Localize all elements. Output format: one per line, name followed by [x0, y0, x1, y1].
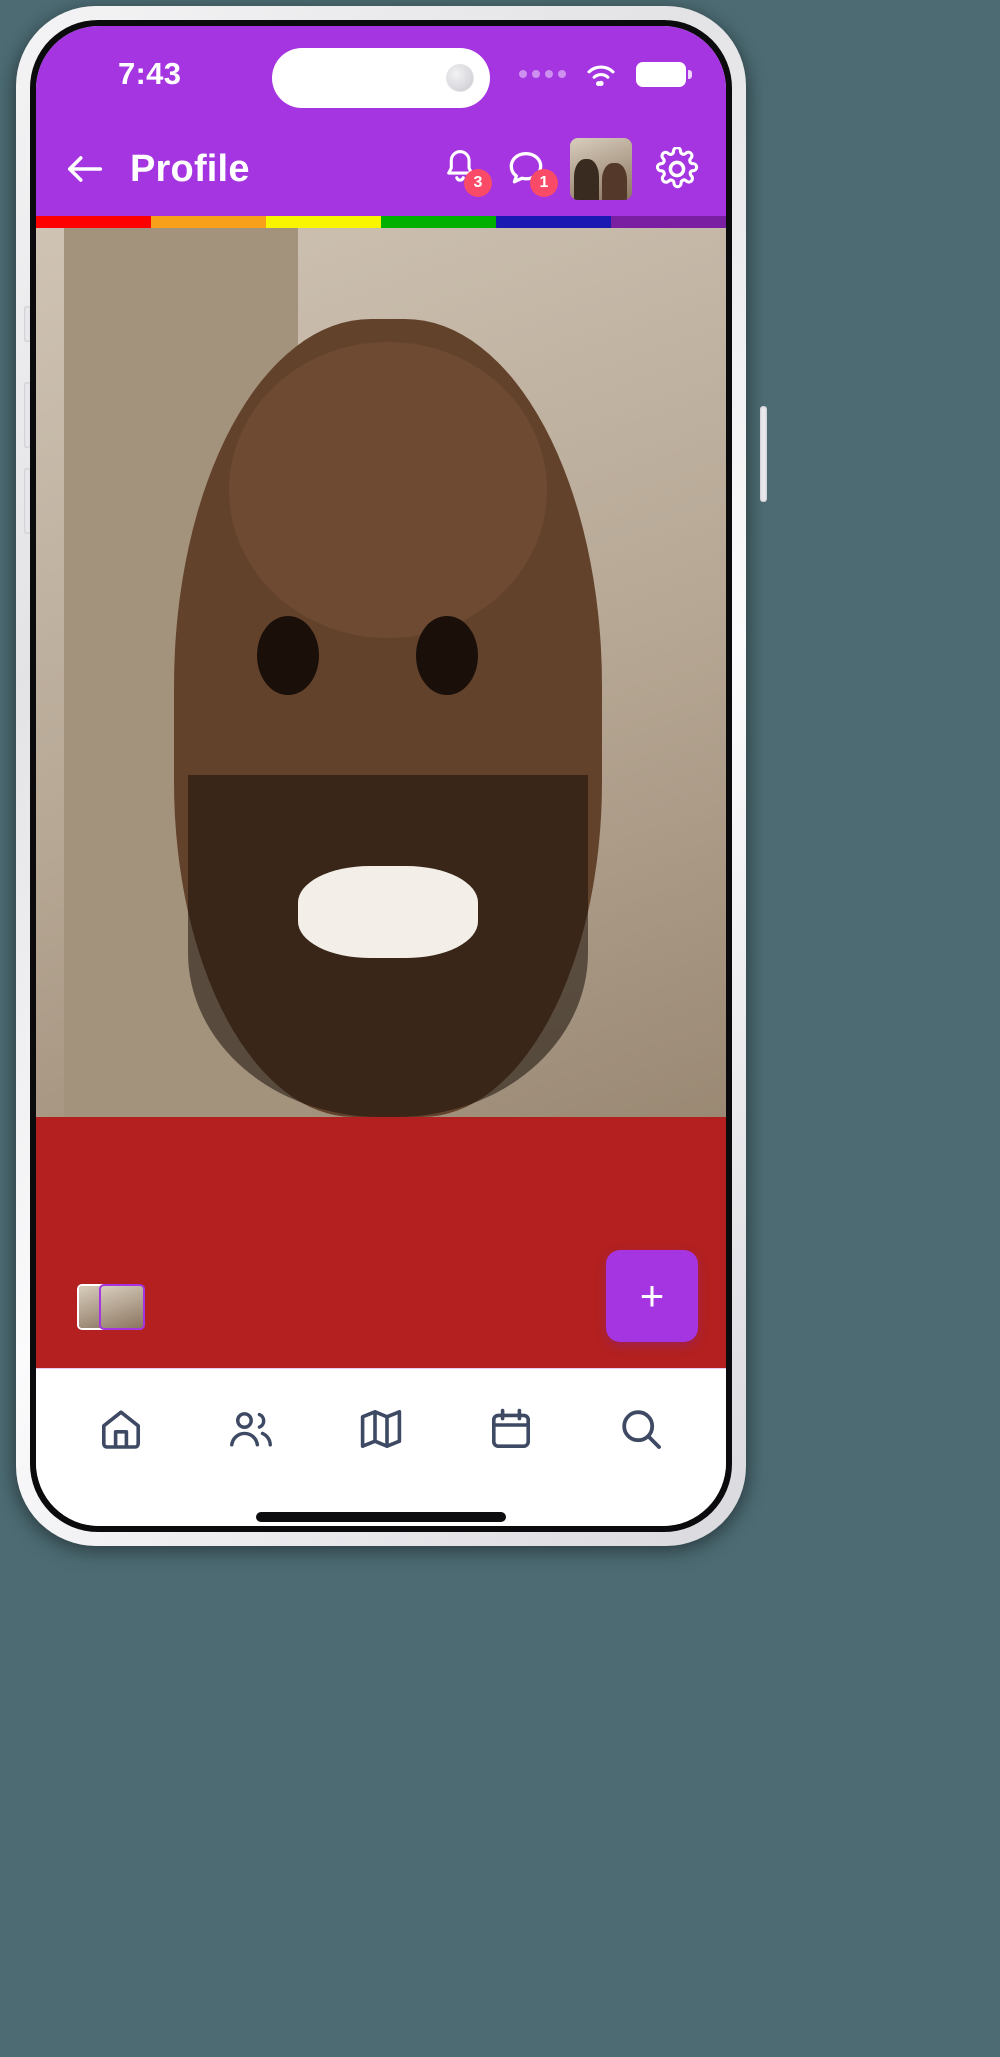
bottom-bar: [36, 1368, 726, 1526]
post-avatar[interactable]: [36, 228, 726, 1368]
power-button[interactable]: [760, 406, 767, 502]
nav-avatar[interactable]: [570, 138, 632, 200]
messages-button[interactable]: 1: [504, 147, 558, 197]
map-icon: [360, 1410, 402, 1448]
create-post-fab[interactable]: +: [606, 1250, 698, 1342]
pride-stripe-segment-2: [266, 216, 381, 228]
scroll-content[interactable]: Drew (he/him) @joposo2111@adosnan.com Un…: [36, 228, 726, 1368]
search-icon: [622, 1410, 661, 1449]
front-camera-icon: [446, 64, 474, 92]
post-header: Drew a minute ago in Cupertino, CA: [36, 228, 726, 1368]
settings-button[interactable]: [654, 146, 700, 192]
phone-frame: 7:43 Profile 3 1 +: [16, 6, 767, 1546]
pride-stripe-segment-3: [381, 216, 496, 228]
nav-search[interactable]: [611, 1399, 671, 1459]
nav-home[interactable]: [91, 1399, 151, 1459]
page-title: Profile: [130, 147, 250, 190]
nav-map[interactable]: [351, 1399, 411, 1459]
phone-bezel: 7:43 Profile 3 1 +: [30, 20, 732, 1532]
pride-stripe-segment-1: [151, 216, 266, 228]
home-indicator: [256, 1512, 506, 1522]
people-icon: [230, 1412, 272, 1447]
post-avatar-image: [36, 228, 726, 1368]
calendar-icon: [492, 1408, 531, 1448]
phone-screen: 7:43 Profile 3 1 +: [36, 26, 726, 1526]
back-arrow-icon[interactable]: [62, 146, 108, 192]
gear-icon: [655, 147, 699, 189]
pride-stripe-segment-0: [36, 216, 151, 228]
bottom-nav: [36, 1369, 726, 1489]
pride-stripe-segment-4: [496, 216, 611, 228]
status-time: 7:43: [118, 56, 182, 91]
nav-people[interactable]: [221, 1399, 281, 1459]
wifi-icon: [587, 65, 615, 87]
signal-dots-icon: [519, 70, 566, 78]
dynamic-island: [272, 48, 490, 108]
app-bar: Profile 3 1: [36, 122, 726, 216]
app-bar-actions: 3 1: [438, 138, 700, 200]
battery-icon: [636, 61, 692, 87]
pride-stripe-segment-5: [611, 216, 726, 228]
like-avatar-image: [99, 1284, 145, 1331]
notifications-badge: 3: [464, 169, 492, 197]
status-indicators: [519, 60, 692, 88]
pride-stripe: [36, 216, 726, 228]
status-bar: 7:43: [36, 26, 726, 122]
messages-badge: 1: [530, 169, 558, 197]
like-avatars: [77, 1284, 145, 1331]
home-icon: [102, 1410, 140, 1449]
nav-calendar[interactable]: [481, 1399, 541, 1459]
nav-avatar-image: [570, 138, 632, 200]
screenshot-canvas: 7:43 Profile 3 1 +: [0, 0, 1000, 2057]
notifications-button[interactable]: 3: [438, 147, 492, 197]
